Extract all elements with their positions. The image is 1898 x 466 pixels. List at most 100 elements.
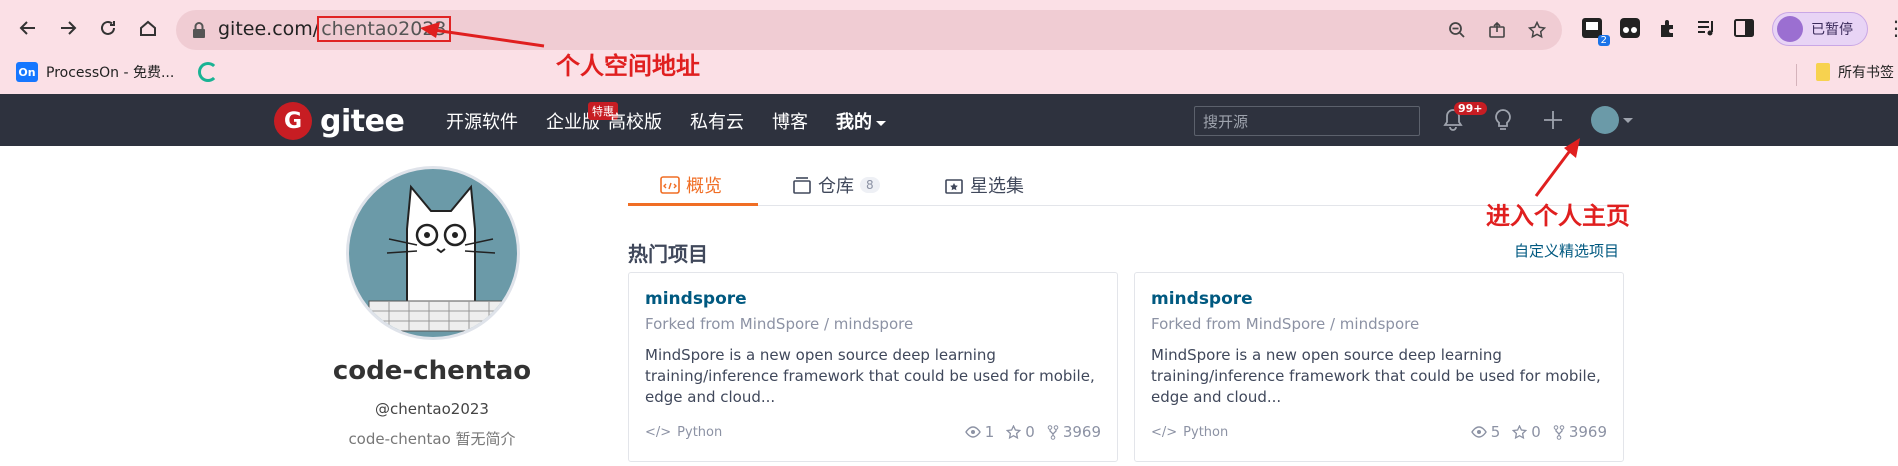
lock-icon: [193, 22, 205, 38]
profile-avatar-large[interactable]: [346, 166, 520, 340]
menu-dots-icon[interactable]: ⋮: [1886, 16, 1898, 40]
project-card[interactable]: mindspore Forked from MindSpore / mindsp…: [1134, 272, 1624, 462]
project-name-link[interactable]: mindspore: [645, 289, 747, 309]
reload-icon[interactable]: [94, 14, 122, 42]
incognito-extension-icon[interactable]: [1616, 14, 1644, 42]
star-count: 0: [1531, 423, 1541, 441]
forked-from-text: Forked from MindSpore / mindspore: [645, 315, 914, 333]
forks-stat[interactable]: 3969: [1047, 423, 1101, 441]
bookmarks-bar: On ProcessOn - 免费... 所有书签: [0, 56, 1898, 94]
url-path: chentao2023: [317, 16, 451, 42]
eye-icon: [1470, 426, 1487, 438]
address-bar[interactable]: gitee.com/chentao2023: [176, 10, 1562, 50]
customize-featured-link[interactable]: 自定义精选项目: [1514, 240, 1619, 261]
nav-blog[interactable]: 博客: [772, 108, 808, 134]
project-stats: 1 0 3969: [964, 423, 1101, 441]
tab-starred-collections[interactable]: 星选集: [944, 172, 1024, 198]
annotation-enter-home: 进入个人主页: [1486, 202, 1630, 230]
nav-open-source[interactable]: 开源软件: [446, 108, 518, 134]
star-count: 0: [1025, 423, 1035, 441]
fork-icon: [1047, 424, 1059, 440]
nav-mine-label: 我的: [836, 112, 872, 133]
paused-label: 已暂停: [1811, 22, 1853, 38]
folder-icon: [1816, 63, 1830, 81]
fork-icon: [1553, 424, 1565, 440]
extension-badge: 2: [1597, 35, 1610, 46]
stars-stat[interactable]: 0: [1512, 423, 1541, 441]
project-name-link[interactable]: mindspore: [1151, 289, 1253, 309]
gitee-header: G gitee 开源软件 企业版 特惠 高校版 私有云 博客 我的 搜开源 99…: [0, 94, 1898, 146]
bookmark-loading[interactable]: [198, 62, 218, 82]
profile-tabs: 概览 仓库 8 星选集: [628, 168, 1624, 206]
star-icon: [1512, 424, 1528, 439]
gitee-logo[interactable]: G gitee: [274, 102, 405, 140]
chevron-down-icon: [876, 120, 886, 126]
watch-count: 1: [984, 423, 995, 441]
bookmark-label: ProcessOn - 免费...: [46, 65, 175, 81]
code-icon: </>: [1151, 425, 1178, 440]
media-control-icon[interactable]: [1692, 14, 1720, 42]
tab-label: 概览: [686, 176, 722, 197]
project-stats: 5 0 3969: [1470, 423, 1607, 441]
user-avatar-menu[interactable]: [1590, 106, 1634, 134]
project-description: MindSpore is a new open source deep lear…: [1151, 346, 1601, 406]
chevron-down-icon: [1623, 117, 1633, 123]
language-label: Python: [1183, 425, 1229, 440]
gitee-search-input[interactable]: 搜开源: [1194, 106, 1420, 136]
side-panel-icon[interactable]: [1730, 14, 1758, 42]
nav-enterprise[interactable]: 企业版 特惠: [546, 102, 618, 134]
tab-repositories[interactable]: 仓库 8: [792, 172, 880, 198]
project-card[interactable]: mindspore Forked from MindSpore / mindsp…: [628, 272, 1118, 462]
all-bookmarks[interactable]: 所有书签: [1816, 62, 1894, 82]
extension-icon[interactable]: 2: [1578, 14, 1610, 46]
profile-bio: code-chentao 暂无简介: [348, 430, 516, 448]
stars-stat[interactable]: 0: [1006, 423, 1035, 441]
home-icon[interactable]: [134, 14, 162, 42]
watchers-stat[interactable]: 1: [964, 423, 995, 441]
forked-from-text: Forked from MindSpore / mindspore: [1151, 315, 1420, 333]
fork-count: 3969: [1062, 423, 1101, 441]
profile-avatar: [1777, 16, 1803, 42]
fork-count: 3969: [1568, 423, 1607, 441]
annotation-space-address: 个人空间地址: [556, 52, 700, 80]
nav-private-cloud[interactable]: 私有云: [690, 108, 744, 134]
watchers-stat[interactable]: 5: [1470, 423, 1501, 441]
profile-display-name: code-chentao: [332, 356, 532, 386]
code-icon: </>: [645, 425, 672, 440]
lightbulb-icon[interactable]: [1490, 106, 1516, 134]
forward-icon[interactable]: [54, 14, 82, 42]
profile-paused-button[interactable]: 已暂停: [1772, 12, 1868, 46]
url-text[interactable]: gitee.com/chentao2023: [218, 16, 451, 42]
gitee-logo-text: gitee: [320, 103, 405, 139]
profile-handle: @chentao2023: [375, 400, 489, 418]
project-description: MindSpore is a new open source deep lear…: [645, 346, 1095, 406]
back-icon[interactable]: [14, 14, 42, 42]
tab-label: 星选集: [970, 176, 1024, 197]
forks-stat[interactable]: 3969: [1553, 423, 1607, 441]
star-icon: [1006, 424, 1022, 439]
plus-icon[interactable]: [1540, 106, 1566, 134]
zoom-out-icon[interactable]: [1446, 19, 1468, 41]
avatar: [1591, 106, 1619, 134]
repo-icon: [793, 177, 811, 194]
language-label: Python: [677, 425, 723, 440]
star-box-icon: [945, 179, 963, 194]
tab-overview[interactable]: 概览: [660, 172, 722, 198]
tab-label: 仓库: [818, 176, 854, 197]
notification-count: 99+: [1454, 102, 1487, 115]
code-window-icon: [660, 176, 680, 194]
repo-count-badge: 8: [860, 177, 880, 193]
browser-chrome: gitee.com/chentao2023 2 已暂停 ⋮ On Process…: [0, 0, 1898, 94]
watch-count: 5: [1490, 423, 1501, 441]
share-icon[interactable]: [1486, 19, 1508, 41]
nav-university[interactable]: 高校版: [608, 108, 662, 134]
all-bookmarks-label: 所有书签: [1838, 65, 1894, 81]
bookmark-processon[interactable]: On ProcessOn - 免费...: [16, 62, 174, 82]
bookmark-divider: [1796, 64, 1797, 86]
bookmark-star-icon[interactable]: [1526, 19, 1548, 41]
notification-bell-icon[interactable]: 99+: [1440, 102, 1487, 134]
processon-icon: On: [16, 62, 38, 82]
nav-mine[interactable]: 我的: [836, 108, 886, 134]
loading-spinner-icon: [198, 62, 218, 82]
puzzle-icon[interactable]: [1654, 14, 1682, 42]
